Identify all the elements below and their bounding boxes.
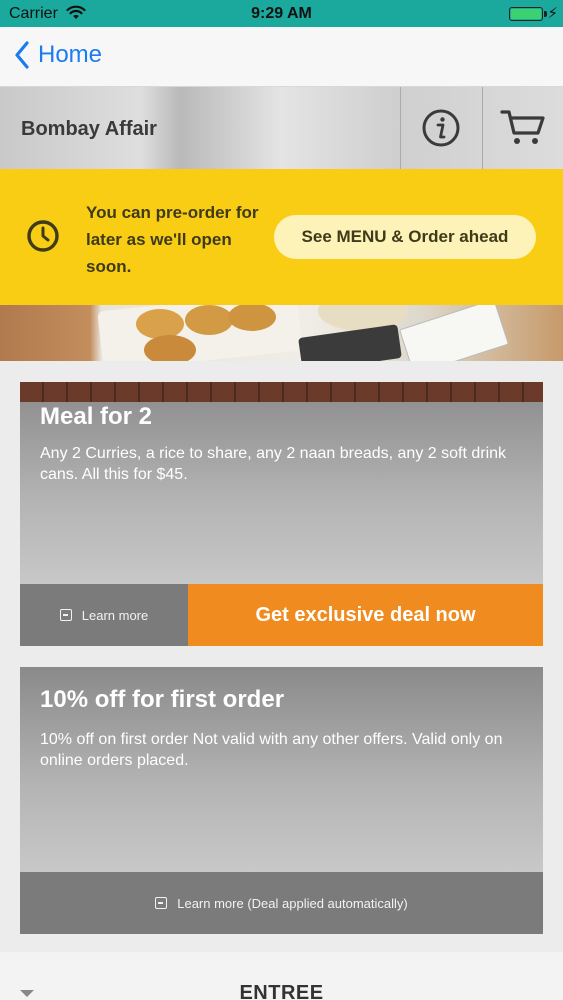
deal-title: Meal for 2 [40,403,153,430]
clock-time: 9:29 AM [251,5,312,22]
get-exclusive-deal-button[interactable]: Get exclusive deal now [188,584,543,646]
see-menu-order-ahead-button[interactable]: See MENU & Order ahead [274,215,536,259]
info-button[interactable] [400,87,481,169]
photo-food [185,305,233,335]
deal-title: 10% off for first order [40,686,285,713]
back-button[interactable]: Home [14,41,102,69]
deal-actions: Learn more Get exclusive deal now [20,584,543,646]
back-button-label: Home [38,41,103,68]
charging-bolt-icon: ⚡︎ [547,5,558,22]
restaurant-name: Bombay Affair [21,118,157,140]
learn-more-label: Learn more (Deal applied automatically) [177,895,408,911]
learn-more-button[interactable]: Learn more [20,584,188,646]
menu-section-header[interactable]: ENTREE [0,952,563,1000]
pre-order-message: You can pre-order for later as we'll ope… [86,203,259,276]
deal-description: 10% off on first order Not valid with an… [40,731,503,769]
expand-icon [59,609,72,621]
photo-puzzle [399,305,509,361]
restaurant-photo [0,305,563,361]
photo-food [144,335,196,361]
deal-actions: Learn more (Deal applied automatically) [20,872,543,934]
photo-food [136,309,184,339]
learn-more-label: Learn more [81,607,149,623]
expand-icon [155,897,168,909]
deal-card: Meal for 2 Any 2 Curries, a rice to shar… [20,382,543,646]
learn-more-button[interactable]: Learn more (Deal applied automatically) [20,872,543,934]
info-icon [422,109,460,147]
cart-icon [500,110,545,144]
menu-section-label: ENTREE [239,982,324,1000]
status-bar: Carrier 9:29 AM ⚡︎ [0,0,563,27]
deal-description: Any 2 Curries, a rice to share, any 2 na… [40,445,507,483]
cart-button[interactable] [482,87,563,169]
clock-icon [26,219,60,258]
navigation-bar: Home [0,27,563,87]
deal-card: 10% off for first order 10% off on first… [20,667,543,934]
restaurant-header: Bombay Affair [0,87,563,169]
photo-menu-card [298,324,402,361]
pre-order-banner: You can pre-order for later as we'll ope… [0,169,563,305]
battery-icon [509,7,543,21]
chevron-left-icon [15,41,29,69]
deal-card-image [20,382,543,402]
